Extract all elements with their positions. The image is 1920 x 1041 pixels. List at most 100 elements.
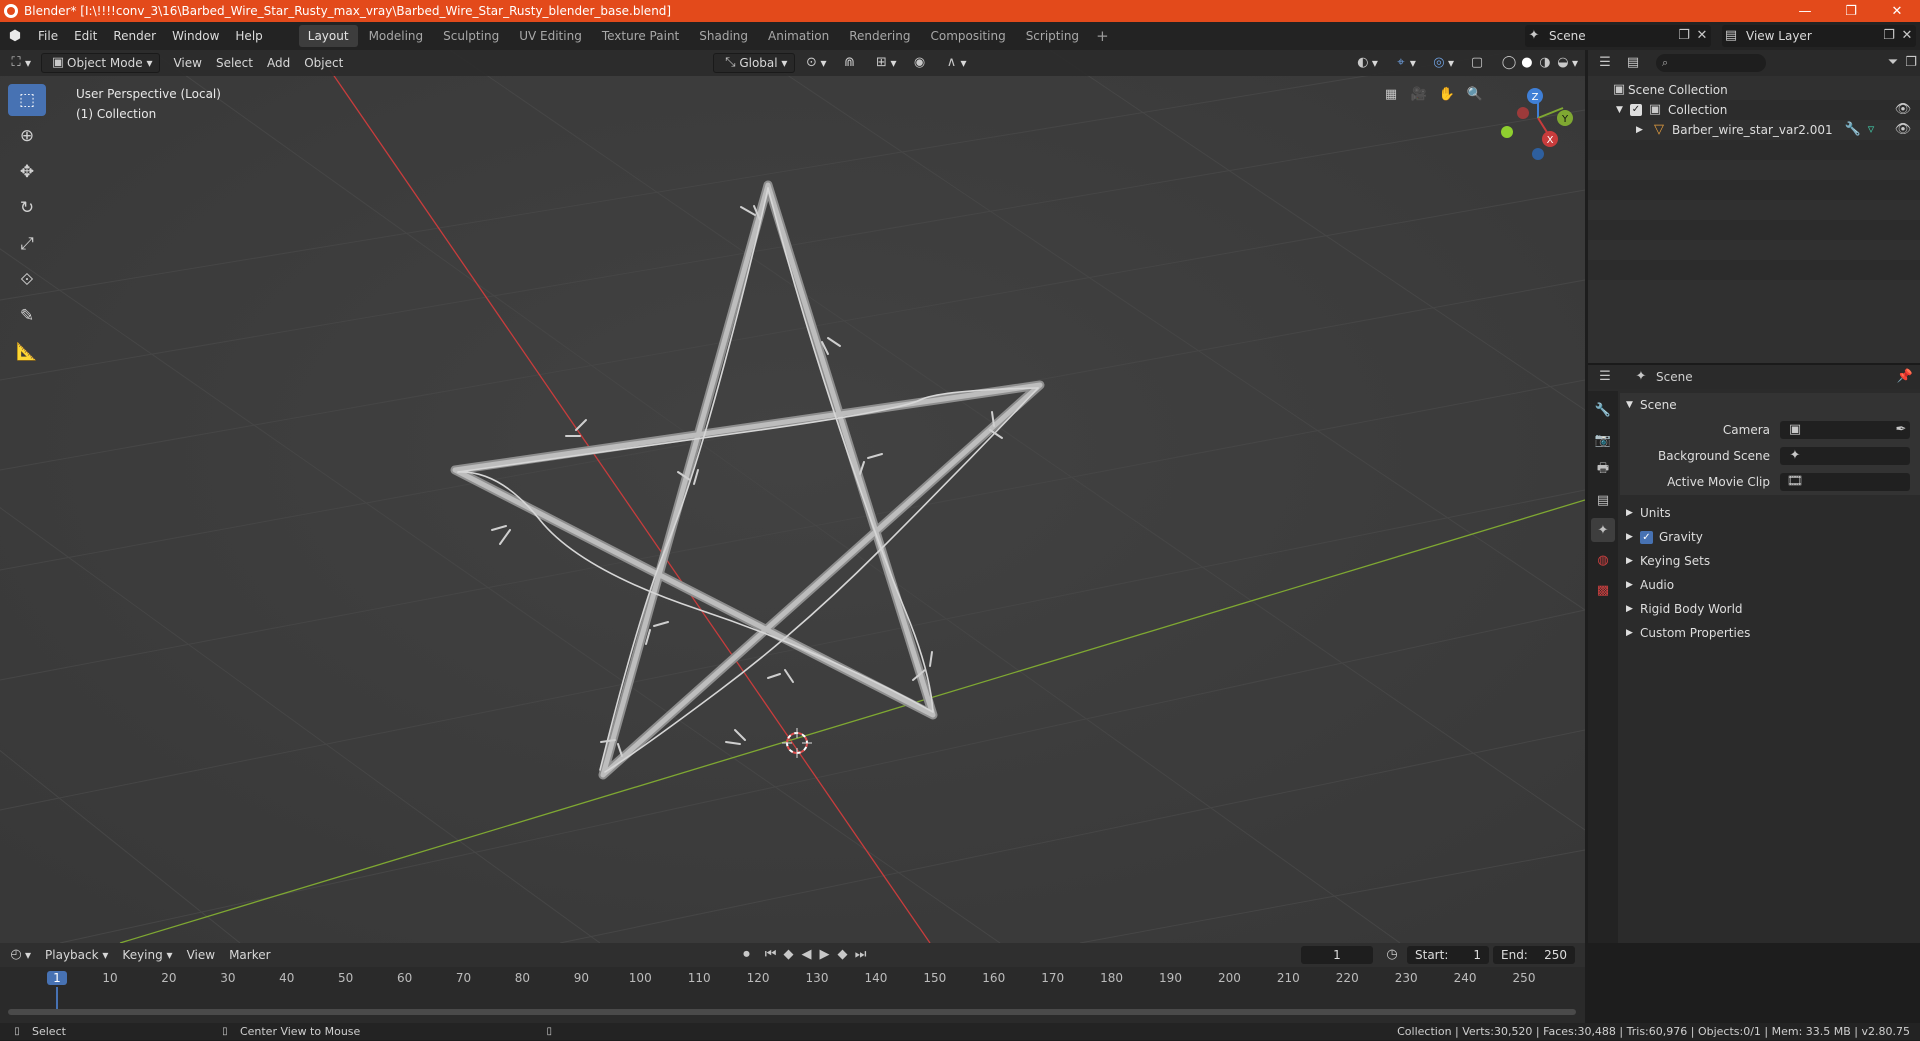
transform-orientation-dropdown[interactable]: ⤡ Global ▾	[713, 53, 796, 73]
play-reverse-icon[interactable]: ◀	[798, 946, 816, 964]
cursor-tool[interactable]: ⊕	[8, 120, 46, 152]
keying-sets-panel[interactable]: ▶ Keying Sets	[1620, 549, 1920, 573]
scale-tool[interactable]: ⤢	[8, 228, 46, 260]
menu-file[interactable]: File	[30, 22, 66, 50]
display-mode-icon[interactable]: ▤	[1624, 54, 1642, 72]
menu-render[interactable]: Render	[105, 22, 164, 50]
timeline-editor-type[interactable]: ◴ ▾	[0, 945, 38, 965]
new-collection-icon[interactable]: ❐	[1902, 54, 1920, 72]
world-tab-icon[interactable]: ◍	[1591, 548, 1615, 572]
object-mode-dropdown[interactable]: ▣ Object Mode ▾	[41, 53, 161, 73]
timeline-ruler[interactable]: 1 10 20 30 40 50 60 70 80 90 100 110 120 130 140 150 160…	[0, 969, 1585, 1009]
expand-arrow-icon[interactable]: ▶	[1636, 125, 1650, 135]
preview-range-icon[interactable]: ◷	[1383, 946, 1401, 964]
tab-animation[interactable]: Animation	[759, 25, 838, 47]
blender-menu-icon[interactable]: ⬢	[0, 22, 30, 50]
visibility-eye-icon[interactable]: 👁	[1894, 101, 1912, 119]
gravity-checkbox[interactable]: ✓	[1640, 530, 1653, 544]
xray-toggle[interactable]: ▢	[1461, 53, 1493, 73]
remove-view-layer-icon[interactable]: ✕	[1898, 27, 1916, 45]
tab-uv-editing[interactable]: UV Editing	[510, 25, 591, 47]
start-frame-field[interactable]: Start: 1	[1407, 946, 1489, 964]
falloff-button[interactable]: ∧ ▾	[936, 53, 974, 73]
material-shading-icon[interactable]: ◑	[1536, 54, 1554, 72]
tab-scripting[interactable]: Scripting	[1017, 25, 1088, 47]
outliner-row-scene-collection[interactable]: ▣ Scene Collection	[1588, 80, 1920, 100]
outliner-row-object[interactable]: ▶ ▽ Barber_wire_star_var2.001 🔧 ▿ 👁	[1588, 120, 1920, 140]
snap-target-button[interactable]: ⊞ ▾	[865, 53, 903, 73]
toggle-perspective-icon[interactable]: ▦	[1382, 86, 1400, 104]
tab-layout[interactable]: Layout	[298, 25, 358, 47]
current-frame-field[interactable]: 1	[1301, 946, 1373, 964]
pivot-point-button[interactable]: ⊙ ▾	[795, 53, 833, 73]
gizmo-toggle[interactable]: ⌖ ▾	[1385, 53, 1423, 73]
current-frame-marker[interactable]: 1	[47, 971, 67, 985]
wireframe-shading-icon[interactable]: ◯	[1500, 54, 1518, 72]
outliner-search-input[interactable]: ⌕	[1656, 54, 1766, 72]
camera-field[interactable]: ▣ ✒	[1780, 421, 1910, 439]
overlay-toggle[interactable]: ◎ ▾	[1423, 53, 1461, 73]
playback-menu[interactable]: Playback ▾	[38, 945, 115, 965]
properties-editor-icon[interactable]: ☰	[1596, 368, 1614, 386]
jump-end-icon[interactable]: ⏭	[852, 946, 870, 964]
timeline-scrollbar[interactable]	[8, 1009, 1576, 1015]
camera-view-icon[interactable]: 🎥	[1410, 86, 1428, 104]
scene-tab-icon[interactable]: ✦	[1591, 518, 1615, 542]
menu-help[interactable]: Help	[227, 22, 270, 50]
filter-icon[interactable]: ⏷	[1884, 54, 1902, 72]
transform-tool[interactable]: ⟐	[8, 264, 46, 296]
measure-tool[interactable]: 📐	[8, 336, 46, 368]
menu-window[interactable]: Window	[164, 22, 227, 50]
outliner-row-collection[interactable]: ▼ ✓ ▣ Collection 👁	[1588, 100, 1920, 120]
marker-menu[interactable]: Marker	[222, 945, 277, 965]
3d-viewport[interactable]: Z Y X ⛶ ▾ ▣ Object Mode ▾ View Select Add …	[0, 50, 1585, 943]
solid-shading-icon[interactable]: ●	[1518, 54, 1536, 72]
units-panel[interactable]: ▶ Units	[1620, 501, 1920, 525]
tab-sculpting[interactable]: Sculpting	[434, 25, 508, 47]
select-box-tool[interactable]: ⬚	[8, 84, 46, 116]
minimize-button[interactable]: —	[1782, 0, 1828, 22]
texture-tab-icon[interactable]: ▩	[1591, 578, 1615, 602]
tab-compositing[interactable]: Compositing	[921, 25, 1014, 47]
prev-keyframe-icon[interactable]: ◆	[780, 946, 798, 964]
audio-panel[interactable]: ▶ Audio	[1620, 573, 1920, 597]
visibility-button[interactable]: ◐ ▾	[1347, 53, 1385, 73]
menu-object[interactable]: Object	[297, 53, 350, 73]
checkbox-icon[interactable]: ✓	[1630, 104, 1642, 116]
shading-modes[interactable]: ◯ ● ◑ ◒ ▾	[1493, 53, 1585, 73]
next-keyframe-icon[interactable]: ◆	[834, 946, 852, 964]
keying-menu[interactable]: Keying ▾	[115, 945, 179, 965]
view-layer-tab-icon[interactable]: ▤	[1591, 488, 1615, 512]
expand-arrow-icon[interactable]: ▼	[1616, 105, 1630, 115]
new-scene-icon[interactable]: ❐	[1675, 27, 1693, 45]
editor-type-button[interactable]: ⛶ ▾	[0, 53, 38, 73]
rotate-tool[interactable]: ↻	[8, 192, 46, 224]
zoom-icon[interactable]: 🔍	[1466, 86, 1484, 104]
eyedropper-icon[interactable]: ✒	[1892, 421, 1910, 439]
output-tab-icon[interactable]: 🖶	[1591, 458, 1615, 482]
scene-selector[interactable]: ✦ Scene ❐ ✕	[1525, 25, 1711, 47]
tab-modeling[interactable]: Modeling	[360, 25, 433, 47]
modifier-wrench-icon[interactable]: 🔧	[1844, 121, 1862, 139]
tab-shading[interactable]: Shading	[690, 25, 757, 47]
add-workspace-icon[interactable]: +	[1090, 27, 1115, 45]
gravity-panel[interactable]: ▶ ✓ Gravity	[1620, 525, 1920, 549]
rendered-shading-icon[interactable]: ◒	[1554, 54, 1572, 72]
mesh-data-icon[interactable]: ▿	[1862, 121, 1880, 139]
scene-panel-header[interactable]: ▼ Scene	[1620, 393, 1920, 417]
menu-edit[interactable]: Edit	[66, 22, 105, 50]
tool-tab-icon[interactable]: 🔧	[1591, 398, 1615, 422]
proportional-edit-toggle[interactable]: ◉	[904, 53, 936, 73]
menu-select[interactable]: Select	[209, 53, 260, 73]
play-icon[interactable]: ▶	[816, 946, 834, 964]
render-tab-icon[interactable]: 📷	[1591, 428, 1615, 452]
move-tool[interactable]: ✥	[8, 156, 46, 188]
menu-add[interactable]: Add	[260, 53, 297, 73]
snap-toggle[interactable]: ⋒	[833, 53, 865, 73]
end-frame-field[interactable]: End: 250	[1493, 946, 1575, 964]
rigid-body-world-panel[interactable]: ▶ Rigid Body World	[1620, 597, 1920, 621]
jump-start-icon[interactable]: ⏮	[762, 946, 780, 964]
pan-hand-icon[interactable]: ✋	[1438, 86, 1456, 104]
active-movie-clip-field[interactable]: 🎞	[1780, 473, 1910, 491]
record-icon[interactable]: ⏺	[738, 946, 756, 964]
